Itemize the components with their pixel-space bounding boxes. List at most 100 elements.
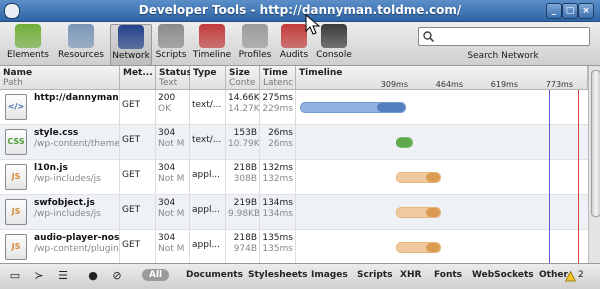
resource-path: /wp-includes/js [34,174,101,184]
timeline-latency-bar [395,138,412,147]
filter-documents[interactable]: Documents [186,270,243,280]
column-subtitle: Text [159,78,178,88]
file-type-icon: </> [5,94,27,120]
warning-icon [565,271,576,282]
warning-count: 2 [578,270,584,280]
tab-timeline[interactable]: Timeline [192,24,232,64]
table-row[interactable]: </>http://dannyman.toGET200OKtext/...14.… [0,90,588,125]
filter-scripts[interactable]: Scripts [357,270,392,280]
resource-name: l10n.js [34,163,68,173]
cell-status: 304 Not M [156,125,190,159]
time-value: 275ms [262,93,293,103]
resource-path: /wp-content/plugins/ [34,244,120,254]
column-subtitle: Latenc [263,78,294,88]
minimize-icon[interactable]: _ [546,3,562,19]
timeline-bar[interactable] [300,102,406,113]
status-text: Not M [158,174,185,184]
column-title: Met... [123,68,153,78]
timeline-bar[interactable] [396,172,442,183]
column-header-time[interactable]: Time Latenc [260,66,296,90]
time-value: 132ms [262,163,293,173]
time-value: 134ms [262,198,293,208]
resource-name: audio-player-nosw [34,233,120,243]
timeline-bar[interactable] [396,242,442,253]
column-title: Type [193,68,217,78]
console-toggle-icon[interactable]: ≻ [32,269,46,283]
cell-size: 218B 308B [226,160,260,194]
timeline-latency-bar [376,103,405,112]
timeline-bar[interactable] [396,207,442,218]
file-type-icon: JS [5,199,27,225]
content-size: 9.98KB [228,209,260,219]
close-icon[interactable]: × [578,3,594,19]
timeline-bar[interactable] [395,137,413,148]
tab-profiles[interactable]: Profiles [236,24,274,64]
maximize-icon[interactable]: □ [562,3,578,19]
cell-type: appl... [190,160,226,194]
filter-xhr[interactable]: XHR [400,270,421,280]
clear-icon[interactable]: ⊘ [110,269,124,283]
size-value: 218B [233,233,257,243]
filter-all[interactable]: All [142,269,170,281]
scrollbar-thumb[interactable] [591,70,600,217]
content-size: 10.79K [228,139,260,149]
vertical-scrollbar[interactable] [588,66,600,263]
column-header-status[interactable]: Status Text [156,66,192,90]
column-header-name[interactable]: Name Path [0,66,120,90]
table-row[interactable]: JS l10n.js/wp-includes/js GET 304 Not Mappl.… [0,160,588,195]
cell-type: appl... [190,230,226,263]
timeline-latency-bar [426,208,441,217]
tab-label: Resources [58,50,104,60]
latency-value: 135ms [262,244,293,254]
cell-time: 134ms 134ms [260,195,296,229]
timeline-tick-label: 773ms [545,80,573,89]
filter-other[interactable]: Other [539,270,568,280]
tab-label: Audits [279,50,309,60]
status-bar: ▭ ≻ ☰ ● ⊘ All Documents Stylesheets Images S… [0,263,600,289]
cell-method: GET [120,125,156,159]
filter-images[interactable]: Images [311,270,348,280]
filter-fonts[interactable]: Fonts [434,270,462,280]
cell-method: GET [120,160,156,194]
resource-name: swfobject.js [34,198,95,208]
resource-path: /wp-content/themes/ [34,139,120,149]
search-input[interactable] [437,28,589,45]
console-icon [321,24,347,48]
search-icon [423,31,434,42]
list-view-icon[interactable]: ☰ [56,269,70,283]
status-code: 200 [158,93,176,103]
column-header-size[interactable]: Size Conte [226,66,260,90]
table-row[interactable]: JS audio-player-nosw/wp-content/plugins/G… [0,230,588,263]
scripts-icon [158,24,184,48]
cell-time: 132ms 132ms [260,160,296,194]
status-code: 304 [158,198,176,208]
dock-icon[interactable]: ▭ [8,269,22,283]
filter-websockets[interactable]: WebSockets [472,270,534,280]
timeline-event-line [549,90,550,263]
timeline-latency-bar [426,243,441,252]
table-row[interactable]: JS swfobject.js/wp-includes/js GET 304 Not M… [0,195,588,230]
tab-network[interactable]: Network [110,24,152,66]
content-size: 14.27K [228,104,260,114]
search-field[interactable] [418,27,590,46]
resource-name: http://dannyman.to [34,93,119,103]
cell-type: text/... [190,125,226,159]
filter-stylesheets[interactable]: Stylesheets [248,270,307,280]
size-value: 218B [233,163,257,173]
tab-scripts[interactable]: Scripts [154,24,188,64]
column-header-type[interactable]: Type [190,66,226,90]
timeline-icon [199,24,225,48]
tab-elements[interactable]: Elements [6,24,50,64]
file-type-icon: JS [5,164,27,190]
cell-status: 304 Not M [156,230,190,263]
record-icon[interactable]: ● [86,269,100,283]
column-title: Time [263,68,288,78]
tab-resources[interactable]: Resources [56,24,106,64]
cell-method: GET [120,90,156,124]
status-text: Not M [158,209,185,219]
cell-time: 26ms 26ms [260,125,296,159]
table-row[interactable]: CSS style.css/wp-content/themes/GET 304 Not… [0,125,588,160]
cell-method: GET [120,195,156,229]
cell-size: 153B 10.79K [226,125,260,159]
column-header-method[interactable]: Met... [120,66,156,90]
